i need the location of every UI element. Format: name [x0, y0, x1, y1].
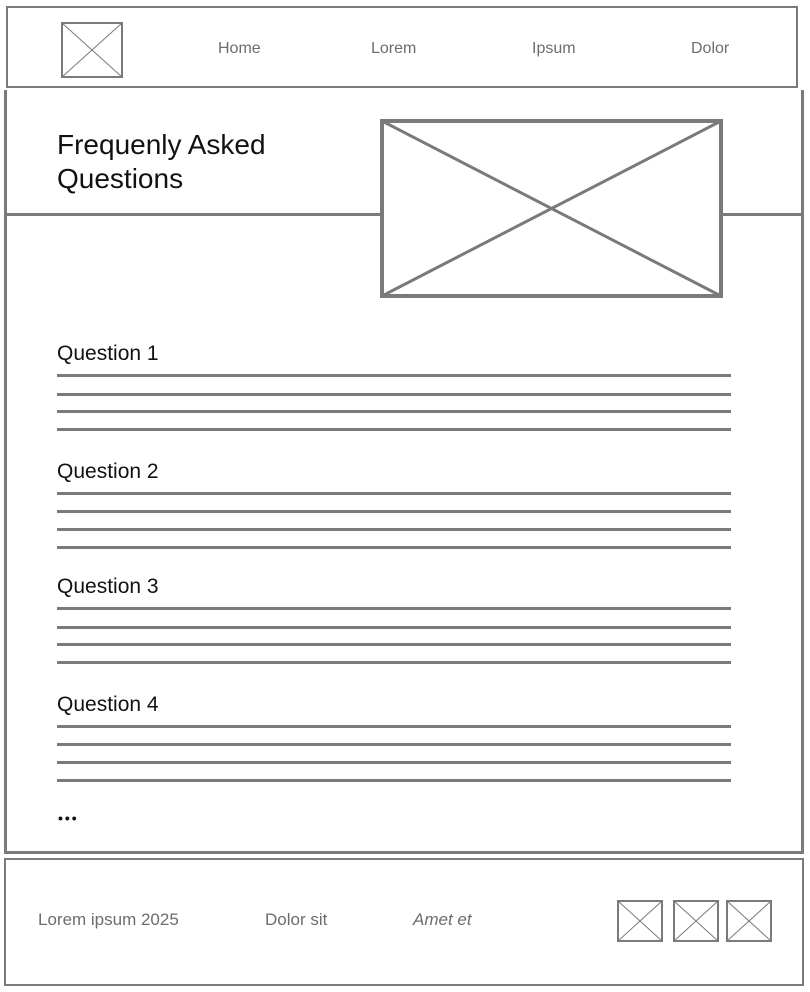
- faq-question-1[interactable]: Question 1: [57, 342, 159, 366]
- faq-answer-line: [57, 428, 731, 431]
- faq-answer-line: [57, 779, 731, 782]
- faq-answer-line: [57, 643, 731, 646]
- faq-answer-line: [57, 528, 731, 531]
- hero-image-placeholder-icon: [380, 119, 723, 298]
- faq-answer-line: [57, 510, 731, 513]
- hero-divider: [4, 213, 381, 216]
- faq-answer-line: [57, 393, 731, 396]
- footer-copyright: Lorem ipsum 2025: [38, 910, 179, 929]
- faq-answer-line: [57, 661, 731, 664]
- page-title: Frequenly Asked Questions: [57, 129, 266, 194]
- faq-answer-line: [57, 607, 731, 610]
- social-placeholder-icon[interactable]: [726, 900, 772, 942]
- faq-question-4[interactable]: Question 4: [57, 693, 159, 717]
- faq-answer-line: [57, 725, 731, 728]
- faq-answer-line: [57, 410, 731, 413]
- footer-link-amet-et[interactable]: Amet et: [413, 910, 472, 930]
- faq-question-3[interactable]: Question 3: [57, 575, 159, 599]
- logo-placeholder-icon[interactable]: [61, 22, 123, 78]
- more-indicator: •••: [58, 810, 79, 826]
- faq-answer-line: [57, 743, 731, 746]
- faq-answer-line: [57, 761, 731, 764]
- nav-link-dolor[interactable]: Dolor: [691, 40, 729, 58]
- faq-answer-line: [57, 626, 731, 629]
- nav-link-lorem[interactable]: Lorem: [371, 40, 416, 58]
- social-placeholder-icon[interactable]: [673, 900, 719, 942]
- hero-divider: [720, 213, 804, 216]
- footer-link-dolor-sit[interactable]: Dolor sit: [265, 910, 327, 930]
- nav-link-ipsum[interactable]: Ipsum: [532, 40, 576, 58]
- faq-question-2[interactable]: Question 2: [57, 460, 159, 484]
- faq-answer-line: [57, 374, 731, 377]
- faq-answer-line: [57, 546, 731, 549]
- social-placeholder-icon[interactable]: [617, 900, 663, 942]
- nav-link-home[interactable]: Home: [218, 40, 261, 58]
- faq-answer-line: [57, 492, 731, 495]
